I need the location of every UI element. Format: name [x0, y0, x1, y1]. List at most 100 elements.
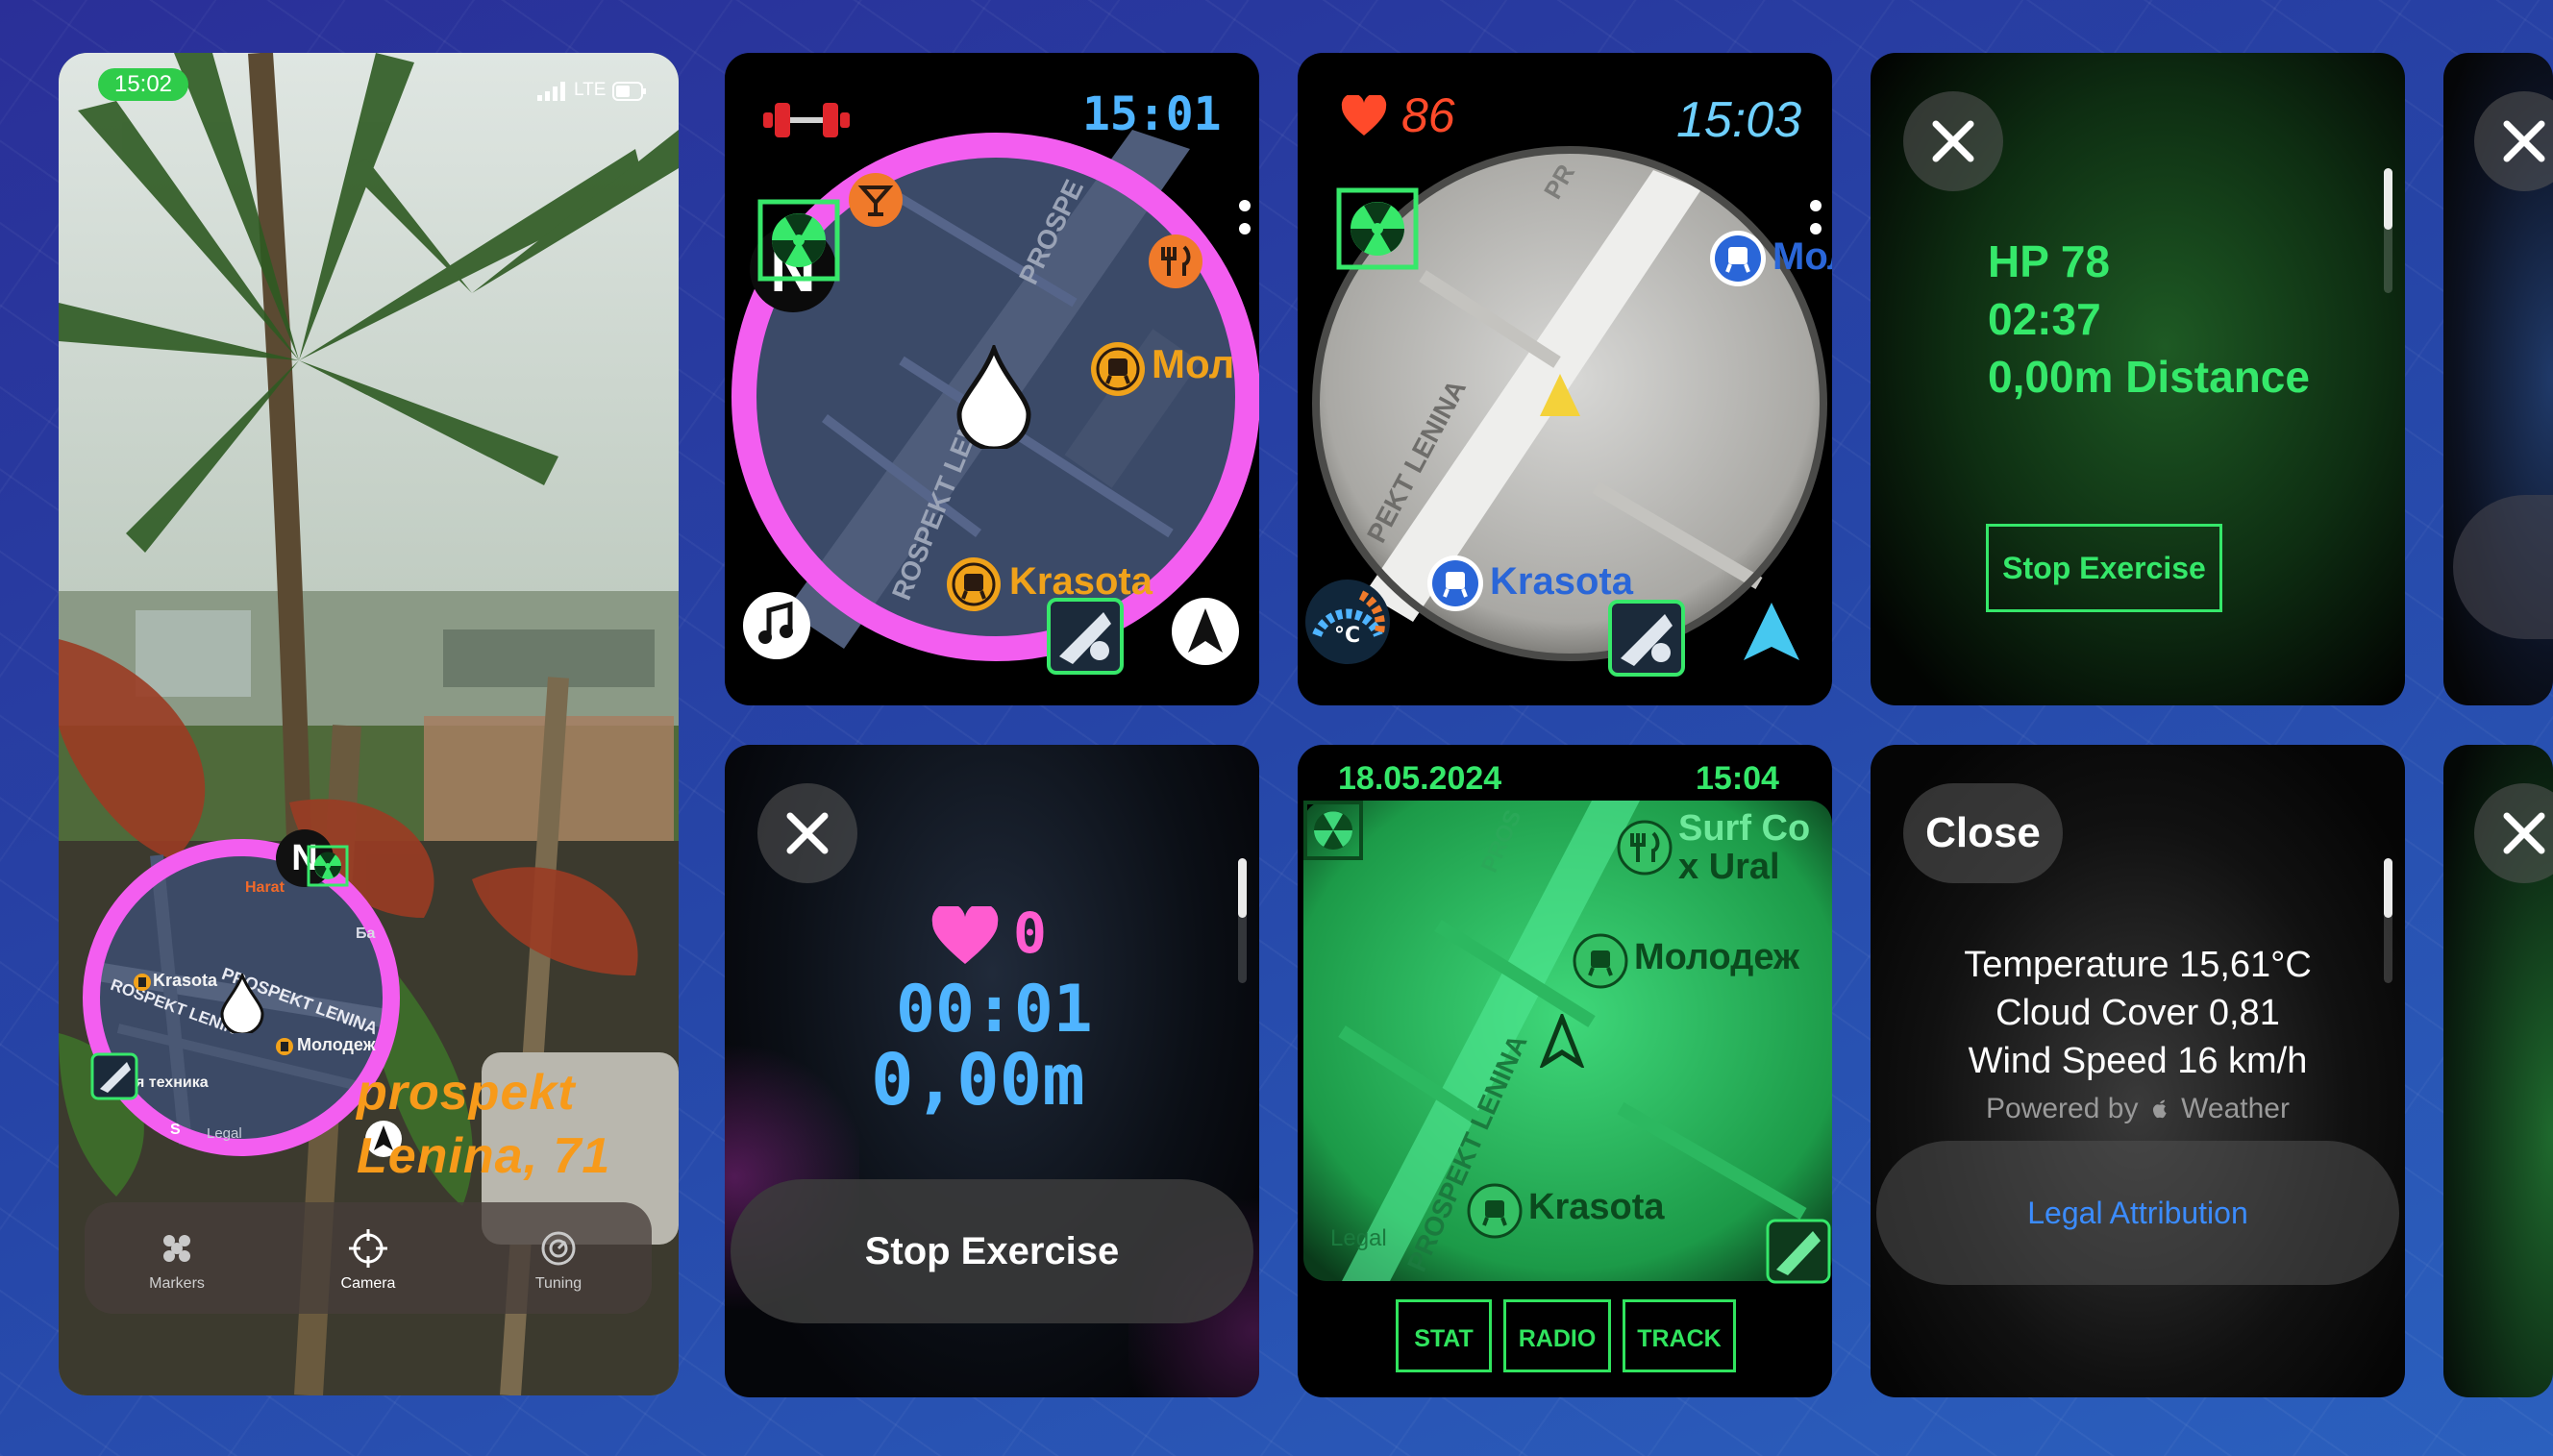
distance-value: 0,00m Distance — [1988, 352, 2310, 402]
markers-icon — [158, 1229, 196, 1268]
tab-tuning-label: Tuning — [534, 1275, 582, 1292]
map-legal-label: Legal — [1330, 1225, 1387, 1251]
radio-button[interactable]: RADIO — [1503, 1299, 1611, 1372]
scroll-indicator — [1238, 858, 1247, 918]
close-button[interactable] — [2474, 91, 2553, 191]
map-label-surf-2: x Ural — [1678, 847, 1780, 887]
navigation-arrow-icon[interactable] — [1171, 597, 1240, 666]
music-note-icon[interactable] — [742, 591, 811, 660]
vault-boy-icon — [1046, 597, 1125, 676]
transit-marker-icon — [1709, 230, 1767, 287]
close-button[interactable] — [757, 783, 857, 883]
transit-marker-icon — [134, 974, 151, 991]
watch-partial-screen-bottom — [2443, 745, 2553, 1397]
watch-partial-screen-top — [2443, 53, 2553, 705]
close-button[interactable] — [2474, 783, 2553, 883]
stat-button[interactable]: STAT — [1396, 1299, 1492, 1372]
cloud-cover-line: Cloud Cover 0,81 — [1995, 993, 2280, 1033]
heart-icon — [930, 906, 1000, 966]
stop-exercise-button[interactable]: Stop Exercise — [731, 1179, 1253, 1323]
camera-view-image — [59, 53, 679, 1395]
restaurant-marker-icon — [1148, 234, 1203, 289]
map-label-harat: Harat — [245, 879, 285, 896]
radiation-icon — [757, 199, 840, 282]
radiation-icon — [1336, 187, 1419, 270]
transit-marker-icon — [1467, 1183, 1523, 1239]
user-location-arrow-icon — [1538, 372, 1582, 418]
watch-map-screen-1: 15:01 N Мол PROSPE ROSPEKT LEN Krasota — [725, 53, 1259, 705]
close-button[interactable]: Close — [1903, 783, 2063, 883]
tab-tuning[interactable]: Tuning — [501, 1229, 616, 1293]
watch-workout-screen: 0 00:01 0,00m Stop Exercise — [725, 745, 1259, 1397]
legal-attribution-button[interactable]: Legal Attribution — [1876, 1141, 2399, 1285]
workout-timer: 02:37 — [1988, 294, 2101, 344]
hp-value: HP 78 — [1988, 236, 2111, 286]
map-label-legal: Legal — [207, 1125, 242, 1142]
watch-weather-screen: Close Temperature 15,61°C Cloud Cover 0,… — [1871, 745, 2405, 1397]
powered-by-line: Powered by Weather — [1871, 1093, 2405, 1125]
watch-pipboy-map-screen: 18.05.2024 15:04 Surf Co x Ural Молодеж … — [1298, 745, 1832, 1397]
camera-crosshair-icon — [349, 1229, 387, 1268]
powered-by-text: Powered by — [1986, 1093, 2139, 1124]
map-label-molodezh: Молодеж — [1634, 937, 1799, 977]
tab-camera-label: Camera — [340, 1275, 396, 1292]
transit-marker-icon — [946, 556, 1002, 612]
restaurant-marker-icon — [1617, 820, 1673, 876]
tuning-icon — [539, 1229, 578, 1268]
heart-icon — [1340, 95, 1388, 137]
map-label-mol: Мол — [1152, 341, 1235, 386]
scroll-indicator — [2384, 858, 2392, 918]
legal-attribution-link[interactable]: Legal Attribution — [1876, 1141, 2399, 1285]
cocktail-marker-icon — [848, 172, 904, 228]
transit-marker-icon — [1090, 341, 1146, 397]
apple-logo-icon — [2152, 1099, 2167, 1119]
tab-bar: Markers Camera Tuning — [85, 1202, 652, 1314]
side-button-dots-icon — [1238, 199, 1252, 237]
wind-speed-line: Wind Speed 16 km/h — [1968, 1041, 2308, 1081]
partial-button[interactable] — [2453, 495, 2553, 639]
map-label-surf-1: Surf Co — [1678, 808, 1811, 849]
close-icon — [786, 812, 829, 854]
status-time: 15:02 — [98, 68, 188, 101]
stop-exercise-button[interactable]: Stop Exercise — [1986, 524, 2222, 612]
close-icon — [2503, 812, 2545, 854]
battery-icon — [612, 82, 647, 101]
watch-time: 15:01 — [1082, 87, 1222, 141]
phone-screenshot: 15:02 LTE Harat Ба ROSPEKT LENIN PROSPEK… — [59, 53, 679, 1395]
map-label-krasota: Krasota — [153, 971, 218, 990]
watch-map-screen-2: 86 15:03 Молод PR PEKT LENINA Krasota °C — [1298, 53, 1832, 705]
map-label-s: S — [170, 1122, 181, 1138]
location-drop-icon — [220, 974, 264, 1033]
weather-brand-text: Weather — [2181, 1093, 2290, 1124]
dumbbell-icon — [763, 99, 850, 141]
tab-markers-label: Markers — [149, 1275, 205, 1292]
date-label: 18.05.2024 — [1338, 760, 1502, 797]
close-icon — [1932, 120, 1974, 162]
watch-time: 15:04 — [1696, 760, 1779, 797]
transit-marker-icon — [1573, 933, 1628, 989]
tab-markers[interactable]: Markers — [119, 1229, 235, 1293]
address-line-1: prospekt — [357, 1065, 576, 1121]
user-location-arrow-icon — [1540, 1014, 1584, 1068]
close-button[interactable] — [1903, 91, 2003, 191]
address-line-2: Lenina, 71 — [357, 1128, 611, 1184]
celsius-label: °C — [1334, 624, 1361, 648]
map-label-krasota: Krasota — [1528, 1187, 1665, 1227]
radiation-icon — [1303, 801, 1363, 860]
location-drop-icon — [955, 345, 1032, 449]
close-icon — [2503, 120, 2545, 162]
vault-boy-icon — [1765, 1218, 1832, 1285]
side-button-dots-icon — [1809, 199, 1822, 237]
transit-marker-icon — [1426, 555, 1484, 612]
map-label-molodezh: Молодеж — [297, 1035, 376, 1054]
heart-rate-value: 86 — [1401, 88, 1455, 142]
radiation-icon — [307, 845, 349, 887]
vault-boy-icon — [1607, 599, 1686, 678]
navigation-arrow-icon[interactable] — [1740, 599, 1803, 668]
scroll-indicator — [2384, 168, 2392, 230]
map-label-molod: Молод — [1772, 235, 1832, 278]
track-button[interactable]: TRACK — [1623, 1299, 1736, 1372]
tab-camera[interactable]: Camera — [310, 1229, 426, 1293]
distance-value: 0,00m — [871, 1039, 1085, 1122]
map-label-tekhnika: я техника — [136, 1074, 209, 1091]
